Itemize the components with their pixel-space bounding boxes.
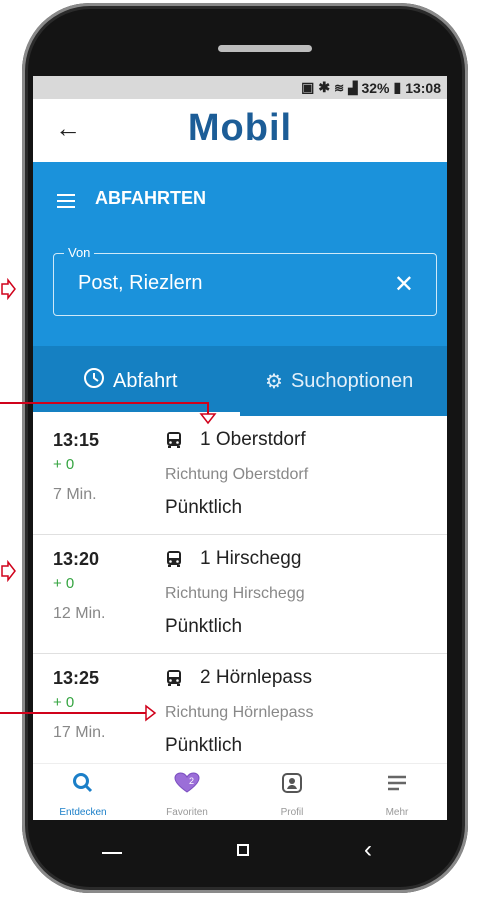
departure-line: 1 Hirschegg bbox=[200, 548, 302, 569]
status-bar: ▣ ✱ ≋ ▟ 32% ▮ 13:08 bbox=[33, 76, 447, 99]
close-icon[interactable]: ✕ bbox=[394, 270, 414, 299]
recent-apps-button[interactable] bbox=[102, 852, 122, 854]
departure-status: Pünktlich bbox=[165, 616, 243, 637]
from-field-label: Von bbox=[64, 245, 95, 260]
nav-profil-label: Profil bbox=[280, 807, 304, 818]
search-panel: ABFAHRTEN Von ✕ bbox=[33, 162, 447, 346]
nav-profil[interactable]: Profil bbox=[242, 764, 342, 820]
departure-line: 2 Hörnlepass bbox=[200, 667, 312, 688]
departure-row[interactable]: 13:15 + 0 7 Min. 1 Oberstdorf Richtung O… bbox=[33, 416, 447, 535]
from-field[interactable]: Von ✕ bbox=[53, 245, 437, 316]
nav-entdecken-label: Entdecken bbox=[59, 807, 107, 818]
search-icon bbox=[73, 773, 93, 793]
departure-countdown: 17 Min. bbox=[53, 724, 106, 741]
departure-status: Pünktlich bbox=[165, 497, 243, 518]
departure-direction: Richtung Hörnlepass bbox=[165, 704, 314, 721]
tab-suchoptionen-label: Suchoptionen bbox=[290, 369, 414, 392]
from-input[interactable] bbox=[78, 272, 378, 295]
gear-icon: ⚙ bbox=[265, 370, 283, 393]
hamburger-menu-icon[interactable] bbox=[57, 194, 75, 208]
nav-entdecken[interactable]: Entdecken bbox=[33, 764, 133, 820]
bus-icon bbox=[167, 432, 181, 448]
bottom-navigation: Entdecken 2 Favoriten Profil Mehr bbox=[33, 763, 447, 820]
section-title: ABFAHRTEN bbox=[95, 188, 206, 208]
system-navigation: ‹ bbox=[34, 820, 446, 880]
wifi-icon: ≋ bbox=[334, 80, 345, 95]
tab-abfahrt-label: Abfahrt bbox=[113, 369, 178, 392]
departure-row[interactable]: 13:20 + 0 12 Min. 1 Hirschegg Richtung H… bbox=[33, 535, 447, 654]
departure-line: 1 Oberstdorf bbox=[200, 429, 306, 450]
departure-time: 13:20 bbox=[53, 549, 100, 569]
signal-icon: ▟ bbox=[348, 80, 358, 95]
annotation-arrow bbox=[0, 402, 217, 425]
departure-direction: Richtung Oberstdorf bbox=[165, 466, 309, 483]
bluetooth-icon: ✱ bbox=[318, 79, 331, 95]
back-chevron-icon[interactable]: ‹ bbox=[364, 836, 372, 864]
home-button[interactable] bbox=[237, 844, 249, 856]
departure-status: Pünktlich bbox=[165, 735, 243, 756]
battery-percent: 32% bbox=[361, 79, 390, 96]
departure-time: 13:25 bbox=[53, 668, 100, 688]
phone-speaker bbox=[218, 45, 312, 52]
profile-icon bbox=[282, 773, 302, 793]
status-time: 13:08 bbox=[405, 79, 441, 96]
app-bar: ← Mobil bbox=[33, 99, 447, 162]
nav-mehr[interactable]: Mehr bbox=[347, 764, 447, 820]
bus-icon bbox=[167, 670, 181, 686]
nav-mehr-label: Mehr bbox=[385, 807, 409, 818]
tab-suchoptionen[interactable]: ⚙ Suchoptionen bbox=[265, 346, 413, 416]
app-logo: Mobil bbox=[187, 107, 293, 149]
clock-icon bbox=[83, 367, 105, 395]
vibrate-icon: ▣ bbox=[301, 79, 315, 95]
nav-favoriten[interactable]: 2 Favoriten bbox=[137, 764, 237, 820]
menu-icon bbox=[388, 775, 406, 791]
departure-delay: + 0 bbox=[53, 456, 75, 473]
battery-icon: ▮ bbox=[393, 79, 402, 95]
nav-favoriten-label: Favoriten bbox=[166, 807, 208, 818]
departure-direction: Richtung Hirschegg bbox=[165, 585, 305, 602]
annotation-arrow bbox=[1, 278, 16, 300]
heart-icon: 2 bbox=[174, 772, 200, 793]
departure-countdown: 7 Min. bbox=[53, 486, 97, 503]
departure-time: 13:15 bbox=[53, 430, 100, 450]
annotation-arrow bbox=[0, 704, 157, 722]
annotation-arrow bbox=[1, 560, 16, 582]
departure-delay: + 0 bbox=[53, 575, 75, 592]
bus-icon bbox=[167, 551, 181, 567]
departure-countdown: 12 Min. bbox=[53, 605, 106, 622]
favorites-badge: 2 bbox=[189, 776, 194, 786]
